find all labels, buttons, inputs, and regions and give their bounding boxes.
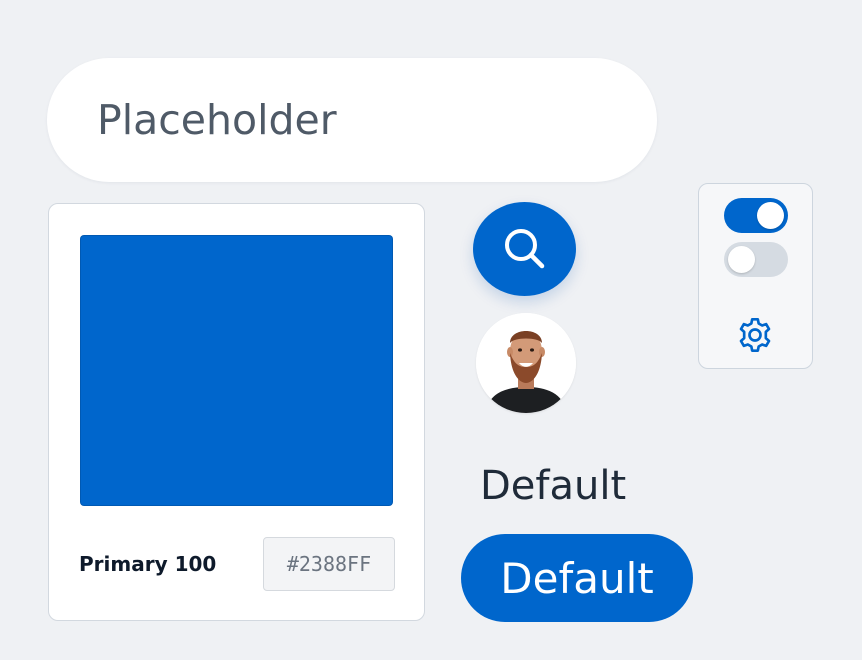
gear-icon[interactable] xyxy=(735,315,775,355)
search-field[interactable] xyxy=(47,58,657,182)
swatch-label: Primary 100 xyxy=(79,552,217,576)
toggle-knob xyxy=(728,246,755,273)
color-swatch-card: Primary 100 #2388FF xyxy=(48,203,425,621)
avatar[interactable] xyxy=(476,313,576,413)
color-swatch xyxy=(80,235,393,506)
toggle-switch-on[interactable] xyxy=(724,198,788,233)
settings-panel xyxy=(698,183,813,369)
default-text-label: Default xyxy=(480,463,627,509)
search-input[interactable] xyxy=(97,96,657,144)
toggle-knob xyxy=(757,202,784,229)
hex-value-chip[interactable]: #2388FF xyxy=(263,537,395,591)
default-button[interactable]: Default xyxy=(461,534,693,622)
toggle-switch-off[interactable] xyxy=(724,242,788,277)
search-button[interactable] xyxy=(473,202,576,296)
search-icon xyxy=(504,229,544,269)
user-avatar-photo xyxy=(476,313,576,413)
